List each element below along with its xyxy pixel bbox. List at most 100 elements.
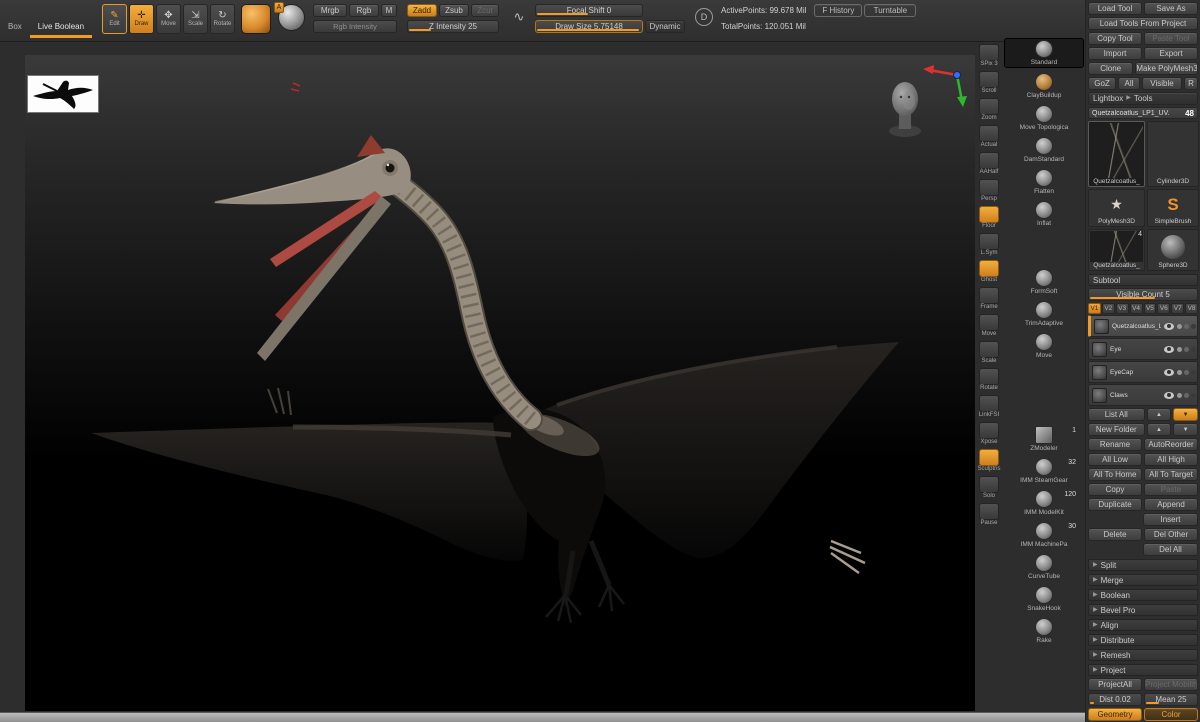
vtab-4[interactable]: V4 (1129, 303, 1143, 314)
geometry-toggle[interactable]: Geometry (1088, 708, 1142, 721)
brush-trimadaptive[interactable]: TrimAdaptive (1004, 300, 1084, 328)
duplicate-button[interactable]: Duplicate (1088, 498, 1142, 511)
shelf-pause-button[interactable]: Pause (977, 503, 1001, 527)
material-swatch[interactable] (241, 4, 271, 34)
edit-mode-button[interactable]: ✎ Edit (102, 4, 127, 34)
brush-move[interactable]: Move (1004, 332, 1084, 360)
subtool-up-button[interactable]: ▲ (1146, 408, 1172, 421)
project-section[interactable]: ▶ Project (1088, 664, 1198, 676)
shelf-spix-button[interactable]: SPix 3 (977, 44, 1001, 68)
quetzalcoatlus-model[interactable] (25, 55, 975, 711)
subtool-section-header[interactable]: Subtool (1088, 274, 1198, 286)
shelf-scale3d-button[interactable]: Scale (977, 341, 1001, 365)
brush-formsoft[interactable]: FormSoft (1004, 268, 1084, 296)
folder-up-button[interactable]: ▲ (1146, 423, 1172, 436)
paste-button[interactable]: Paste (1144, 483, 1198, 496)
alpha-selector[interactable]: A (274, 2, 305, 31)
stroke-icon[interactable]: ∿ (509, 4, 529, 30)
color-toggle[interactable]: Color (1144, 708, 1198, 721)
current-tool-title[interactable]: Quetzalcoatlus_LP1_UV. 48 (1088, 107, 1198, 119)
z-intensity-slider[interactable]: Z Intensity 25 (407, 20, 499, 33)
tool-item-quetzalcoatlus-2[interactable]: 4 Quetzalcoatlus_ (1088, 229, 1145, 271)
visibility-eye-icon[interactable] (1164, 391, 1174, 399)
subtool-item-eyecap[interactable]: EyeCap (1088, 361, 1198, 383)
shelf-floor-button[interactable]: Floor (977, 206, 1001, 230)
bevel-pro-section[interactable]: ▶ Bevel Pro (1088, 604, 1198, 616)
goz-r-button[interactable]: R (1184, 77, 1198, 90)
remesh-section[interactable]: ▶ Remesh (1088, 649, 1198, 661)
subtool-option-dots-icon[interactable] (1177, 369, 1182, 375)
tab-live-boolean[interactable]: Live Boolean (29, 0, 93, 38)
distribute-section[interactable]: ▶ Distribute (1088, 634, 1198, 646)
all-to-home-button[interactable]: All To Home (1088, 468, 1142, 481)
split-section[interactable]: ▶ Split (1088, 559, 1198, 571)
subtool-down-button[interactable]: ▼ (1173, 408, 1199, 421)
tool-item-polymesh3d[interactable]: ★ PolyMesh3D (1088, 189, 1145, 227)
visibility-eye-icon[interactable] (1164, 368, 1174, 376)
dist-slider[interactable]: Dist 0.02 (1088, 693, 1142, 706)
subtool-option-dots-icon[interactable] (1177, 323, 1182, 329)
tool-item-sphere3d[interactable]: Sphere3D (1147, 229, 1199, 271)
list-all-button[interactable]: List All (1088, 408, 1145, 421)
folder-down-button[interactable]: ▼ (1173, 423, 1199, 436)
goz-all-button[interactable]: All (1118, 77, 1140, 90)
brush-imm-machineparts[interactable]: 30 IMM MachinePa (1004, 521, 1084, 549)
vtab-6[interactable]: V6 (1157, 303, 1171, 314)
vtab-2[interactable]: V2 (1101, 303, 1115, 314)
shelf-move3d-button[interactable]: Move (977, 314, 1001, 338)
save-as-button[interactable]: Save As (1144, 2, 1198, 15)
project-mobility-button[interactable]: Project Mobility (1144, 678, 1198, 691)
shelf-sculptris-button[interactable]: Sculptris (977, 449, 1001, 473)
boolean-section[interactable]: ▶ Boolean (1088, 589, 1198, 601)
m-button[interactable]: M (381, 4, 397, 17)
rotate-mode-button[interactable]: ↻ Rotate (210, 4, 235, 34)
delete-button[interactable]: Delete (1088, 528, 1142, 541)
brush-standard[interactable]: Standard (1004, 38, 1084, 68)
brush-imm-modelkit[interactable]: 120 IMM ModelKit (1004, 489, 1084, 517)
project-all-button[interactable]: ProjectAll (1088, 678, 1142, 691)
load-tools-from-project-button[interactable]: Load Tools From Project (1088, 17, 1198, 30)
turntable-button[interactable]: Turntable (864, 4, 917, 17)
del-all-button[interactable]: Del All (1143, 543, 1198, 556)
shelf-rotate3d-button[interactable]: Rotate (977, 368, 1001, 392)
brush-flatten[interactable]: Flatten (1004, 168, 1084, 196)
shelf-solo-button[interactable]: Solo (977, 476, 1001, 500)
import-button[interactable]: Import (1088, 47, 1142, 60)
f-history-button[interactable]: F History (814, 4, 863, 17)
vtab-7[interactable]: V7 (1171, 303, 1185, 314)
load-tool-button[interactable]: Load Tool (1088, 2, 1142, 15)
brush-curvetube[interactable]: CurveTube (1004, 553, 1084, 581)
visible-count-slider[interactable]: Visible Count 5 (1088, 288, 1198, 301)
subtool-option-dots-icon[interactable] (1177, 346, 1182, 352)
del-other-button[interactable]: Del Other (1144, 528, 1198, 541)
shelf-zoom-button[interactable]: Zoom (977, 98, 1001, 122)
insert-button[interactable]: Insert (1143, 513, 1198, 526)
all-to-target-button[interactable]: All To Target (1144, 468, 1198, 481)
visibility-eye-icon[interactable] (1164, 322, 1174, 330)
brush-imm-steamgear[interactable]: 32 IMM SteamGear (1004, 457, 1084, 485)
tool-item-quetzalcoatlus[interactable]: Quetzalcoatlus_ (1088, 121, 1145, 187)
focal-shift-slider[interactable]: Focal Shift 0 (535, 4, 643, 17)
brush-rake[interactable]: Rake (1004, 617, 1084, 645)
brush-claybuildup[interactable]: ClayBuildup (1004, 72, 1084, 100)
zcut-button[interactable]: Zcut (471, 4, 499, 17)
zsub-button[interactable]: Zsub (439, 4, 469, 17)
shelf-aahalf-button[interactable]: AAHalf (977, 152, 1001, 176)
shelf-frame-button[interactable]: Frame (977, 287, 1001, 311)
brush-snakehook[interactable]: SnakeHook (1004, 585, 1084, 613)
shelf-ghost-button[interactable]: Ghost (977, 260, 1001, 284)
subtool-item-quetzalcoatlus[interactable]: Quetzalcoatlus_LP1_UV (1088, 315, 1198, 337)
vtab-5[interactable]: V5 (1143, 303, 1157, 314)
shelf-linkfsi-button[interactable]: LinkFSI (977, 395, 1001, 419)
tool-item-cylinder3d[interactable]: Cylinder3D (1147, 121, 1199, 187)
mean-slider[interactable]: Mean 25 (1144, 693, 1198, 706)
vtab-1[interactable]: V1 (1088, 303, 1101, 314)
subtool-option-dots-icon[interactable] (1177, 392, 1182, 398)
brush-zmodeler[interactable]: 1 ZModeler (1004, 425, 1084, 453)
shelf-persp-button[interactable]: Persp (977, 179, 1001, 203)
rgb-button[interactable]: Rgb (349, 4, 379, 17)
copy-button[interactable]: Copy (1088, 483, 1142, 496)
shelf-actual-button[interactable]: Actual (977, 125, 1001, 149)
rename-button[interactable]: Rename (1088, 438, 1142, 451)
horizontal-scrollbar[interactable] (0, 712, 1085, 722)
